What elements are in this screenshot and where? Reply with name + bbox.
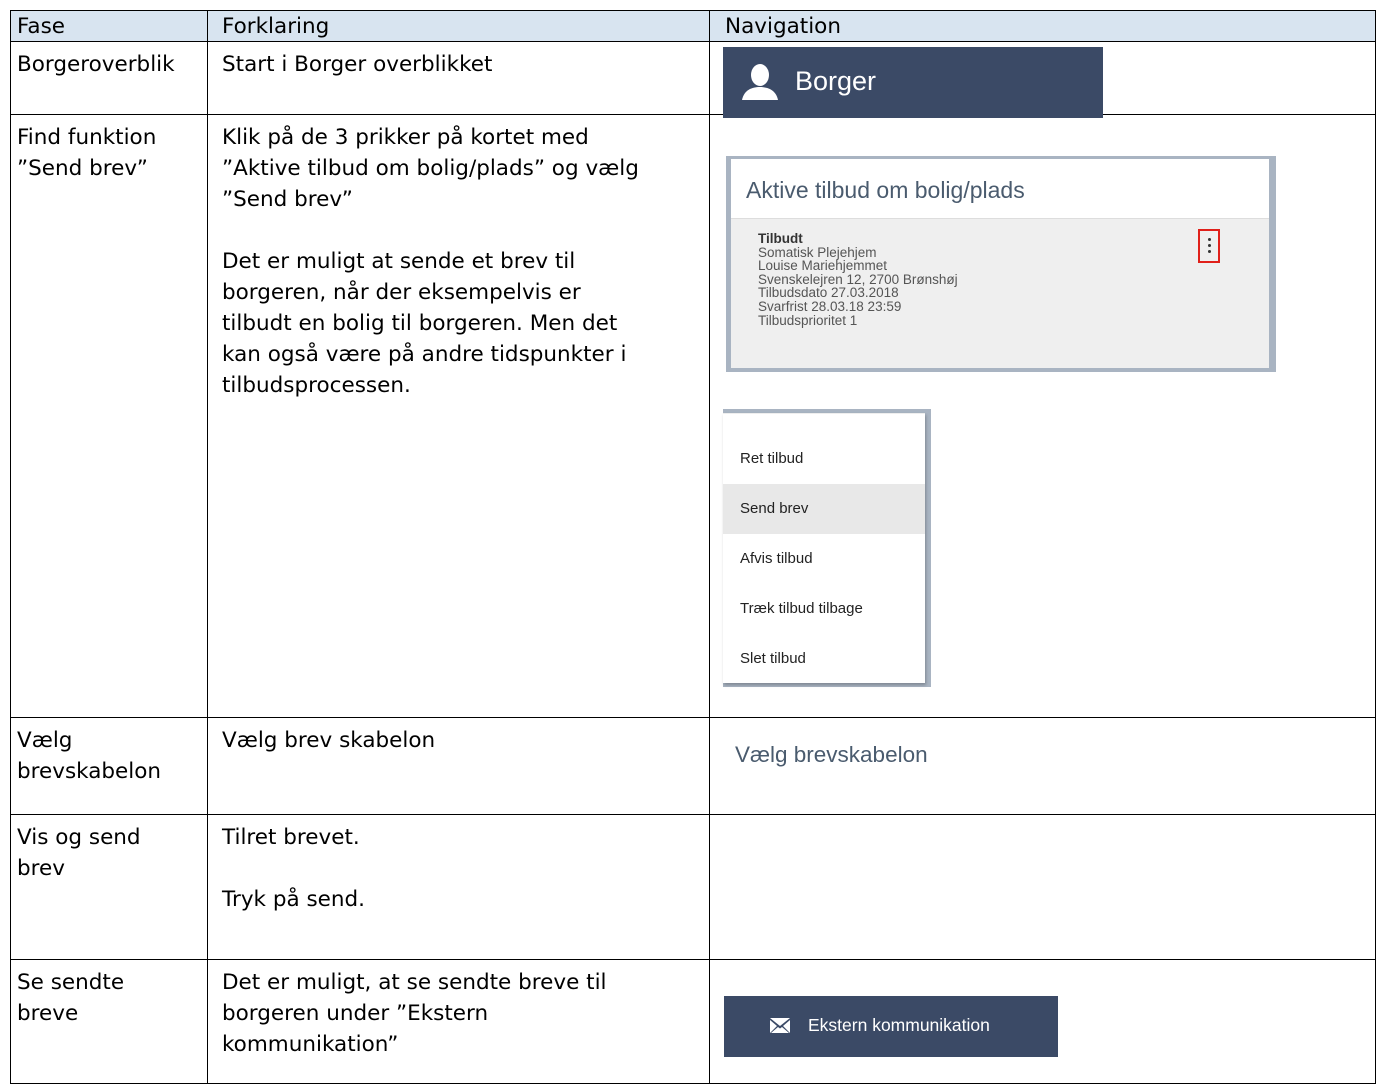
menu-item-afvis-tilbud[interactable]: Afvis tilbud xyxy=(723,534,925,584)
row-divider xyxy=(11,814,1375,815)
row-divider xyxy=(11,41,1375,42)
row-divider xyxy=(11,717,1375,718)
row-se-sendte-fase: Se sendte breve xyxy=(17,970,125,1026)
row-divider xyxy=(11,114,1375,115)
vaelg-brevskabelon-heading: Vælg brevskabelon xyxy=(735,742,928,767)
row-divider xyxy=(11,959,1375,960)
card-line: Tilbudsdato 27.03.2018 xyxy=(758,285,899,301)
row-find-funktion-forklaring: Klik på de 3 prikker på kortet med ”Akti… xyxy=(222,125,639,398)
row-vis-og-send-fase: Vis og send brev xyxy=(17,825,141,881)
column-divider xyxy=(709,11,710,1083)
person-icon xyxy=(742,64,778,100)
table-header-row xyxy=(11,11,1375,41)
header-fase: Fase xyxy=(17,14,65,39)
row-se-sendte-forklaring: Det er muligt, at se sendte breve til bo… xyxy=(222,970,607,1057)
card-line: Louise Mariehjemmet xyxy=(758,258,888,274)
card-title: Aktive tilbud om bolig/plads xyxy=(746,177,1025,203)
menu-item-send-brev[interactable]: Send brev xyxy=(723,484,925,534)
card-status: Tilbudt xyxy=(758,231,803,246)
row-find-funktion-fase: Find funktion ”Send brev” xyxy=(17,125,157,181)
header-navigation: Navigation xyxy=(725,14,841,39)
context-menu: Ret tilbud Send brev Afvis tilbud Træk t… xyxy=(723,413,925,683)
borger-nav-button[interactable]: Borger xyxy=(723,47,1103,118)
envelope-icon xyxy=(770,1018,790,1033)
card-body: Tilbudt Somatisk Plejehjem Louise Marieh… xyxy=(731,218,1269,368)
card-line: Tilbudsprioritet 1 xyxy=(758,312,858,328)
ekstern-kommunikation-label: Ekstern kommunikation xyxy=(808,1015,990,1035)
ekstern-kommunikation-button[interactable]: Ekstern kommunikation xyxy=(724,996,1058,1057)
row-vis-og-send-forklaring: Tilret brevet. Tryk på send. xyxy=(222,825,366,912)
instruction-table: Fase Forklaring Navigation Borgeroverbli… xyxy=(10,10,1376,1084)
more-options-button[interactable] xyxy=(1198,229,1220,263)
column-divider xyxy=(207,11,208,1083)
card-line: Svarfrist 28.03.18 23:59 xyxy=(758,298,902,314)
borger-label: Borger xyxy=(795,66,877,96)
menu-item-traek-tilbud-tilbage[interactable]: Træk tilbud tilbage xyxy=(723,584,925,634)
header-forklaring: Forklaring xyxy=(222,14,330,39)
card-line: Somatisk Plejehjem xyxy=(758,244,877,260)
card-line: Svenskelejren 12, 2700 Brønshøj xyxy=(758,271,958,287)
more-vertical-icon xyxy=(1208,238,1211,241)
menu-item-slet-tilbud[interactable]: Slet tilbud xyxy=(723,634,925,684)
row-vaelg-brevskabelon-fase: Vælg brevskabelon xyxy=(17,728,162,784)
aktive-tilbud-card: Aktive tilbud om bolig/plads Tilbudt Som… xyxy=(731,159,1269,368)
row-vaelg-brevskabelon-forklaring: Vælg brev skabelon xyxy=(222,728,436,753)
row-borgeroverblik-forklaring: Start i Borger overblikket xyxy=(222,52,493,77)
menu-item-ret-tilbud[interactable]: Ret tilbud xyxy=(723,434,925,484)
row-borgeroverblik-fase: Borgeroverblik xyxy=(17,52,175,77)
